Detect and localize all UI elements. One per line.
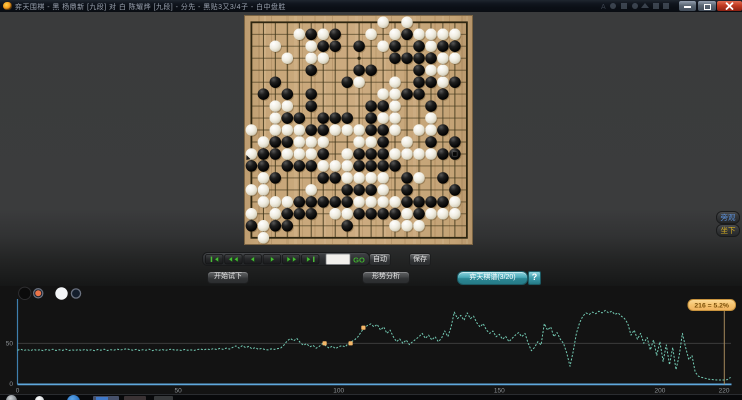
svg-text:0: 0 xyxy=(9,381,13,388)
svg-text:A: A xyxy=(601,4,606,10)
svg-text:GO: GO xyxy=(353,256,365,265)
svg-text:216 = 5.2%: 216 = 5.2% xyxy=(694,303,729,310)
svg-text:50: 50 xyxy=(6,341,14,348)
